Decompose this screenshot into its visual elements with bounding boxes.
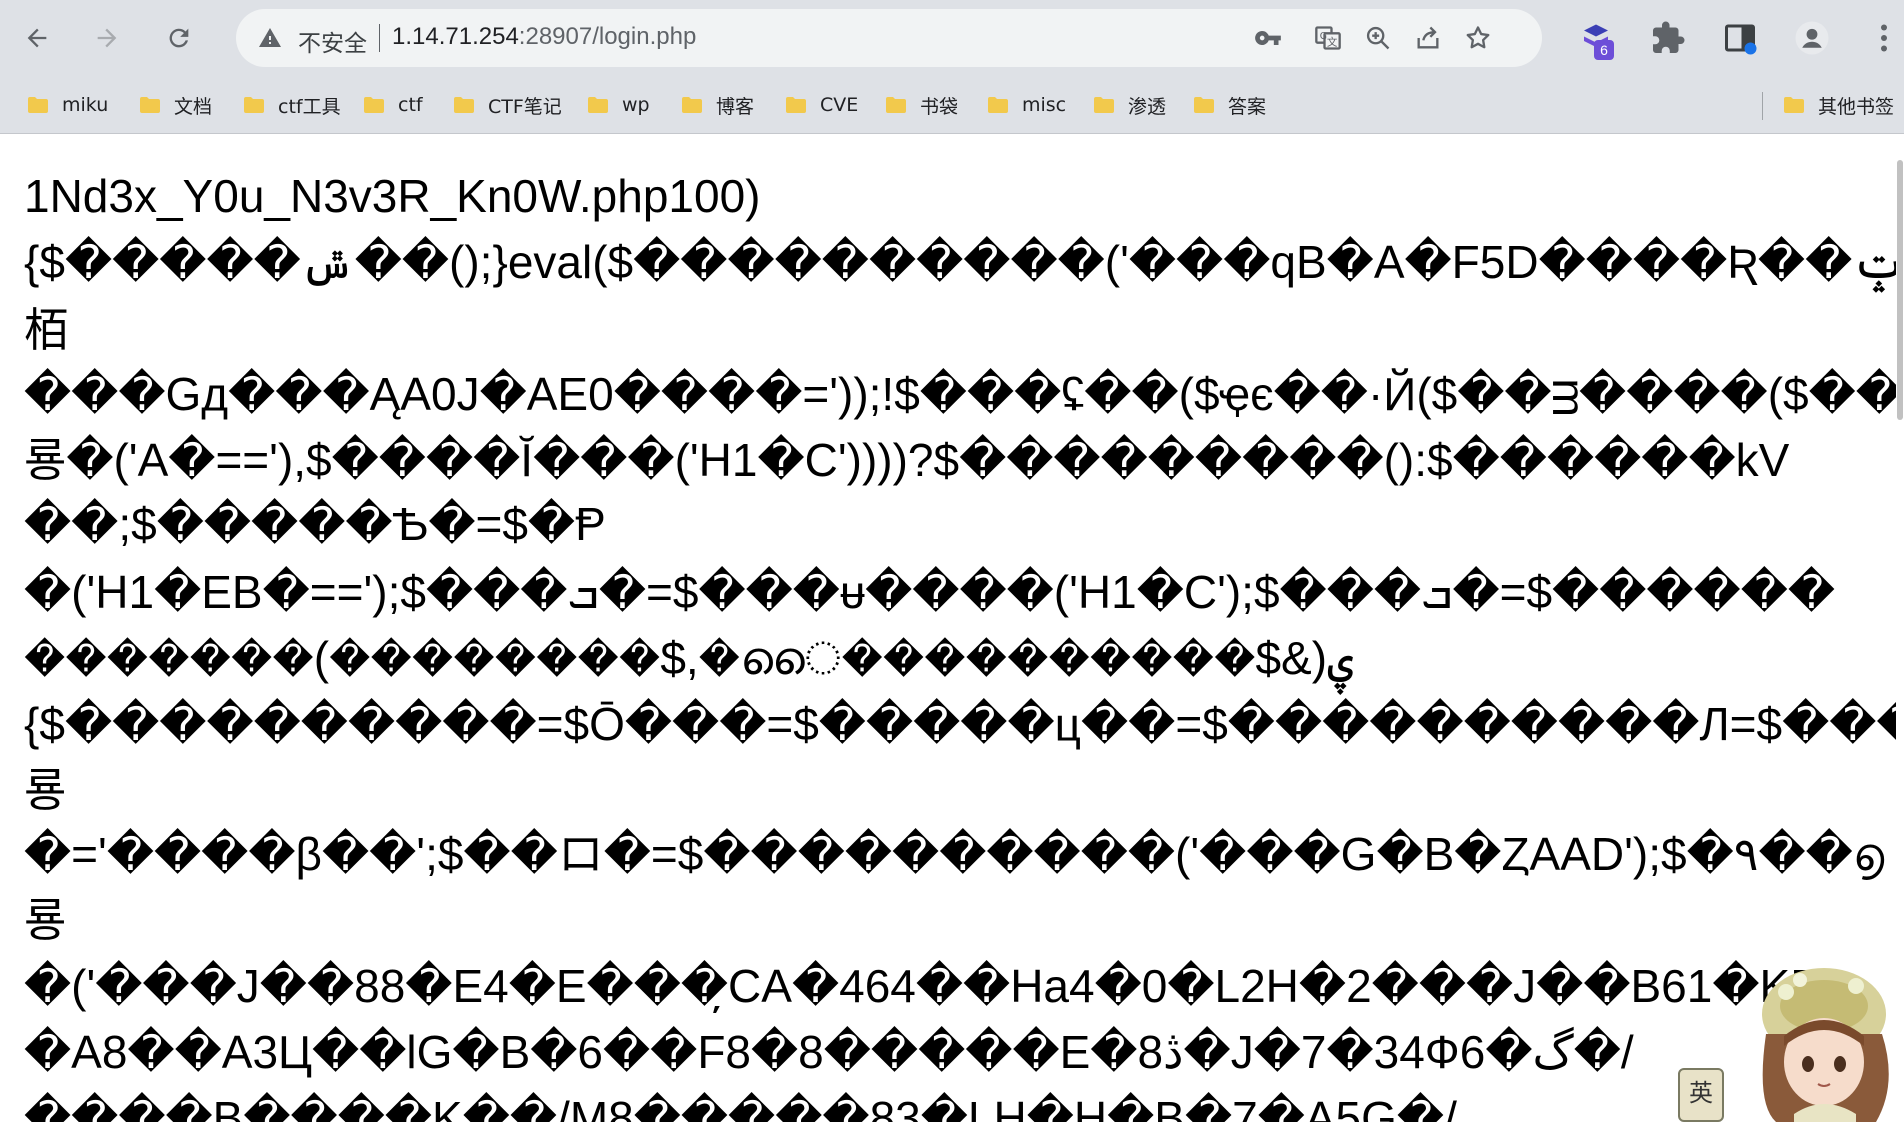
bookmark-item[interactable]: 书袋 xyxy=(886,88,958,122)
folder-icon xyxy=(1194,97,1214,113)
folder-icon xyxy=(140,97,160,113)
svg-text:文: 文 xyxy=(1327,36,1338,49)
page-content: 1Nd3x_Y0u_N3v3R_Kn0W.php100) {$�����ݜ��()… xyxy=(0,135,1904,1122)
page-text-line: ��;$�����Ѣ�=$�Ᵽ xyxy=(24,498,606,550)
bookmark-label: CVE xyxy=(820,94,859,116)
arrow-right-icon xyxy=(97,28,117,48)
url-text[interactable]: 1.14.71.254:28907/login.php xyxy=(392,23,696,51)
bookmark-item[interactable]: 文档 xyxy=(140,88,212,122)
profile-avatar-icon[interactable] xyxy=(1794,20,1830,56)
bookmark-item[interactable]: 渗透 xyxy=(1094,88,1166,122)
key-icon[interactable] xyxy=(1254,24,1282,52)
page-text-line: ���Gд���ĄA0J�AE0����='));!$���ʢ��($ҿє��·… xyxy=(24,368,1903,420)
page-text-line: 1Nd3x_Y0u_N3v3R_Kn0W.php100) xyxy=(24,170,761,222)
folder-icon xyxy=(454,97,474,113)
folder-icon xyxy=(786,97,806,113)
security-status-label[interactable]: 不安全 xyxy=(298,24,367,58)
forward-button[interactable] xyxy=(84,15,130,61)
bookmark-item[interactable]: CTF笔记 xyxy=(454,88,562,122)
bookmark-label: ctf xyxy=(398,94,423,116)
folder-icon xyxy=(364,97,384,113)
more-menu-icon[interactable] xyxy=(1866,20,1902,56)
page-text-line: 룡�('A�=='),$����Ĭ���('H1�C'))))?$�������… xyxy=(24,434,1790,486)
page-text-line: �='����β��';$��ロ�=$����������('���G�B�ȤA… xyxy=(24,828,1885,880)
bookmark-item[interactable]: wp xyxy=(588,88,650,122)
arrow-left-icon xyxy=(27,28,47,48)
ime-indicator[interactable]: 英 xyxy=(1678,1068,1724,1122)
page-text-line: {$�����ݜ��();}eval($����������('���ԛB�A�… xyxy=(24,236,1904,288)
bookmark-label: CTF笔记 xyxy=(488,95,562,118)
puzzle-icon[interactable] xyxy=(1650,20,1686,56)
address-bar[interactable]: 不安全 1.14.71.254:28907/login.php 文G xyxy=(236,9,1542,67)
bookmark-label: 博客 xyxy=(716,95,755,118)
bookmark-item[interactable]: CVE xyxy=(786,88,858,122)
folder-icon xyxy=(588,97,608,113)
folder-icon xyxy=(1784,97,1804,113)
folder-icon xyxy=(988,97,1008,113)
folder-icon xyxy=(1094,97,1114,113)
bookmark-label: miku xyxy=(62,94,109,116)
bookmark-item[interactable]: miku xyxy=(28,88,108,122)
folder-icon xyxy=(682,97,702,113)
bookmark-label: 文档 xyxy=(174,95,213,118)
page-text-line: 栢 xyxy=(24,304,70,356)
folder-icon xyxy=(244,97,264,113)
back-button[interactable] xyxy=(14,15,60,61)
bookmark-label: wp xyxy=(622,94,650,116)
page-text-line: 룡 xyxy=(24,894,67,946)
other-bookmarks-folder[interactable]: 其他书签 xyxy=(1784,88,1894,122)
address-separator xyxy=(379,24,380,52)
bookmark-item[interactable]: 博客 xyxy=(682,88,754,122)
svg-text:G: G xyxy=(1320,31,1327,42)
browser-toolbar: 不安全 1.14.71.254:28907/login.php 文G 6 xyxy=(0,0,1904,78)
sidepanel-icon[interactable] xyxy=(1722,20,1758,56)
page-text-line: 룡 xyxy=(24,764,67,816)
page-text-line: �('H1�EB�==');$���ܒ�=$���ᵾ����('H1�C');$… xyxy=(24,566,1836,618)
url-host: 1.14.71.254 xyxy=(392,23,519,50)
bookmarks-bar: miku 文档 ctf工具 ctf CTF笔记 wp 博客 CVE 书袋 misc 渗透 答案 其他书签 xyxy=(0,78,1904,134)
bookmark-label: 答案 xyxy=(1228,95,1267,118)
bookmark-item[interactable]: ctf工具 xyxy=(244,88,341,122)
page-text-line: {$����������=$Ō���=$�����ц��=$����������… xyxy=(24,698,1904,750)
reload-icon xyxy=(169,28,189,48)
warning-icon xyxy=(259,28,281,47)
anime-avatar-overlay xyxy=(1762,968,1889,1122)
bookmark-item[interactable]: misc xyxy=(988,88,1066,122)
scrollbar-thumb[interactable] xyxy=(1897,160,1903,420)
bookmark-label: 渗透 xyxy=(1128,95,1167,118)
page-text-line: �������(��������$,�ൈ����������$&)ۑ xyxy=(24,632,1355,684)
page-text-line: ����B����K��/M8�����83�LH�H�B�7�A5G�/ xyxy=(24,1092,1457,1122)
bookmark-label: 书袋 xyxy=(920,95,959,118)
page-text-line: �('���J��88�E4�E���̦CA�464��Ha4�0�L2H�2�… xyxy=(24,960,1821,1012)
bookmarks-separator xyxy=(1762,92,1763,120)
extension-badge: 6 xyxy=(1594,40,1614,60)
star-icon[interactable] xyxy=(1464,24,1492,52)
zoom-icon[interactable] xyxy=(1364,24,1392,52)
other-bookmarks-label: 其他书签 xyxy=(1818,95,1895,118)
bookmark-label: misc xyxy=(1022,94,1067,116)
reload-button[interactable] xyxy=(156,15,202,61)
bookmark-item[interactable]: 答案 xyxy=(1194,88,1266,122)
page-text-line: �A8��A3Ц��lG�B�6��F8�8�����E�8ڎ�J�7�34Ф6… xyxy=(24,1026,1634,1078)
url-path: :28907/login.php xyxy=(518,23,697,50)
folder-icon xyxy=(28,97,48,113)
share-icon[interactable] xyxy=(1414,24,1442,52)
bookmark-label: ctf工具 xyxy=(278,95,341,118)
bookmark-item[interactable]: ctf xyxy=(364,88,423,122)
translate-icon[interactable]: 文G xyxy=(1314,24,1342,52)
folder-icon xyxy=(886,97,906,113)
